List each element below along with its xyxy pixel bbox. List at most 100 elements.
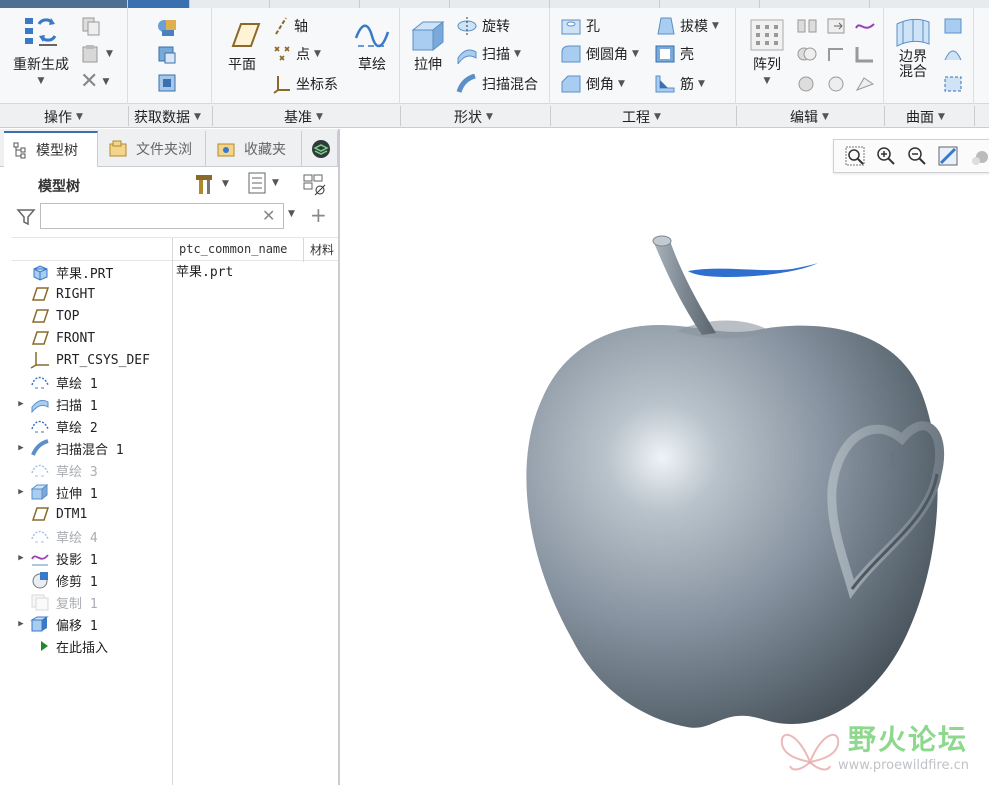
tree-item[interactable]: FRONT xyxy=(12,327,172,349)
draft-button[interactable]: 拔模 ▼ xyxy=(654,16,719,36)
tab-folder-browser[interactable]: 文件夹浏 xyxy=(100,131,206,167)
chevron-down-icon[interactable]: ▼ xyxy=(632,49,639,59)
tree-item[interactable]: 复制 1 xyxy=(12,591,172,613)
tree-item[interactable]: ▶ 扫描混合 1 xyxy=(12,437,172,459)
delete-button[interactable]: ✕ ▼ xyxy=(80,71,109,93)
tree-item[interactable]: RIGHT xyxy=(12,283,172,305)
tab-file[interactable] xyxy=(0,0,128,8)
column-header-common-name[interactable]: ptc_common_name xyxy=(179,242,297,256)
tab-analysis[interactable] xyxy=(190,0,270,8)
tree-item[interactable]: ▶ 投影 1 xyxy=(12,547,172,569)
trim-button[interactable] xyxy=(826,44,848,64)
group-label-datum[interactable]: 基准 ▼ xyxy=(284,107,323,127)
point-button[interactable]: 点 ▼ xyxy=(272,44,321,64)
chevron-down-icon[interactable]: ▼ xyxy=(712,21,719,31)
group-label-shapes[interactable]: 形状 ▼ xyxy=(454,107,493,127)
tree-item[interactable]: 在此插入 xyxy=(12,635,172,657)
expand-arrow-icon[interactable]: ▶ xyxy=(12,487,30,497)
chevron-down-icon[interactable]: ▼ xyxy=(514,49,521,59)
group-label-engineering[interactable]: 工程 ▼ xyxy=(622,107,661,127)
pattern-button[interactable]: 阵列 ▼ xyxy=(744,18,790,86)
style-button[interactable] xyxy=(942,44,964,64)
project-button[interactable] xyxy=(854,16,876,36)
tree-item[interactable]: ▶ 偏移 1 xyxy=(12,613,172,635)
plane-button[interactable]: 平面 xyxy=(222,18,262,74)
expand-arrow-icon[interactable]: ▶ xyxy=(12,399,30,409)
expand-arrow-icon[interactable]: ▶ xyxy=(12,443,30,453)
csys-button[interactable]: 坐标系 xyxy=(272,74,338,94)
chevron-down-icon[interactable]: ▼ xyxy=(764,76,771,86)
tab-annotate[interactable] xyxy=(270,0,360,8)
settings-button[interactable]: ▼ xyxy=(192,171,229,197)
tab-flexible[interactable] xyxy=(660,0,760,8)
intersect-button[interactable] xyxy=(796,74,818,94)
zoom-out-button[interactable] xyxy=(904,143,929,169)
tree-item[interactable]: TOP xyxy=(12,305,172,327)
fill-button[interactable] xyxy=(942,16,964,36)
tree-item[interactable]: 修剪 1 xyxy=(12,569,172,591)
zoom-in-button[interactable] xyxy=(873,143,898,169)
chamfer-button[interactable]: 倒角 ▼ xyxy=(560,74,625,94)
tab-model-tree[interactable]: 模型树 xyxy=(4,131,98,167)
filter-icon[interactable] xyxy=(16,207,36,227)
shrinkwrap-button[interactable] xyxy=(156,72,180,94)
thicken-button[interactable] xyxy=(854,44,876,64)
tree-item[interactable]: DTM1 xyxy=(12,503,172,525)
extend-button[interactable] xyxy=(826,16,848,36)
mirror-button[interactable] xyxy=(796,16,818,36)
clear-search-icon[interactable]: ✕ xyxy=(262,206,275,225)
copy-button[interactable] xyxy=(80,16,102,36)
add-filter-icon[interactable]: + xyxy=(310,203,327,227)
swept-blend-button[interactable]: 扫描混合 xyxy=(456,74,538,94)
tree-item[interactable]: 草绘 3 xyxy=(12,459,172,481)
paste-button[interactable]: ▼ xyxy=(80,44,113,64)
extrude-button[interactable]: 拉伸 xyxy=(408,18,448,74)
column-header-material[interactable]: 材料 xyxy=(310,241,338,258)
revolve-button[interactable]: 旋转 xyxy=(456,16,510,36)
tab-favorites[interactable]: 收藏夹 xyxy=(208,131,302,167)
tree-item[interactable]: 草绘 1 xyxy=(12,371,172,393)
offset-button[interactable] xyxy=(826,74,848,94)
tab-view[interactable] xyxy=(550,0,660,8)
tree-item[interactable]: ▶ 扫描 1 xyxy=(12,393,172,415)
graphics-window[interactable] xyxy=(342,129,989,785)
refit-button[interactable] xyxy=(842,143,867,169)
rib-button[interactable]: 筋 ▼ xyxy=(654,74,705,94)
freestyle-button[interactable] xyxy=(942,74,964,94)
tree-item[interactable]: ▶ 拉伸 1 xyxy=(12,481,172,503)
tree-item[interactable]: 草绘 2 xyxy=(12,415,172,437)
shell-button[interactable]: 壳 xyxy=(654,44,694,64)
copy-geometry-button[interactable] xyxy=(156,44,180,66)
chevron-down-icon[interactable]: ▼ xyxy=(38,76,45,86)
chevron-down-icon[interactable]: ▼ xyxy=(314,49,321,59)
hole-button[interactable]: 孔 xyxy=(560,16,600,36)
search-input[interactable] xyxy=(40,203,284,229)
tab-applications[interactable] xyxy=(760,0,870,8)
tab-layers[interactable] xyxy=(304,131,338,167)
chevron-down-icon[interactable]: ▼ xyxy=(106,49,113,59)
repaint-button[interactable] xyxy=(936,143,961,169)
axis-button[interactable]: 轴 xyxy=(272,16,308,36)
group-label-get-data[interactable]: 获取数据 ▼ xyxy=(134,107,201,127)
group-label-surfaces[interactable]: 曲面 ▼ xyxy=(906,107,945,127)
chevron-down-icon[interactable]: ▼ xyxy=(698,79,705,89)
regenerate-button[interactable]: 重新生成 ▼ xyxy=(8,14,74,86)
tab-render[interactable] xyxy=(360,0,450,8)
user-defined-feature-button[interactable] xyxy=(156,16,180,38)
apple-model[interactable] xyxy=(502,219,962,739)
chevron-down-icon[interactable]: ▼ xyxy=(618,79,625,89)
chevron-down-icon[interactable]: ▼ xyxy=(288,209,295,219)
tab-tools[interactable] xyxy=(450,0,550,8)
expand-arrow-icon[interactable]: ▶ xyxy=(12,619,30,629)
tree-item[interactable]: PRT_CSYS_DEF xyxy=(12,349,172,371)
group-label-editing[interactable]: 编辑 ▼ xyxy=(790,107,829,127)
boundary-blend-button[interactable]: 边界 混合 xyxy=(890,14,936,80)
hide-columns-button[interactable] xyxy=(302,173,328,197)
tree-item[interactable]: 苹果.PRT xyxy=(12,261,172,283)
expand-arrow-icon[interactable]: ▶ xyxy=(12,553,30,563)
merge-button[interactable] xyxy=(796,44,818,64)
round-button[interactable]: 倒圆角 ▼ xyxy=(560,44,639,64)
sweep-button[interactable]: 扫描 ▼ xyxy=(456,44,521,64)
show-button[interactable]: ▼ xyxy=(246,171,279,195)
display-style-button[interactable] xyxy=(967,143,989,169)
